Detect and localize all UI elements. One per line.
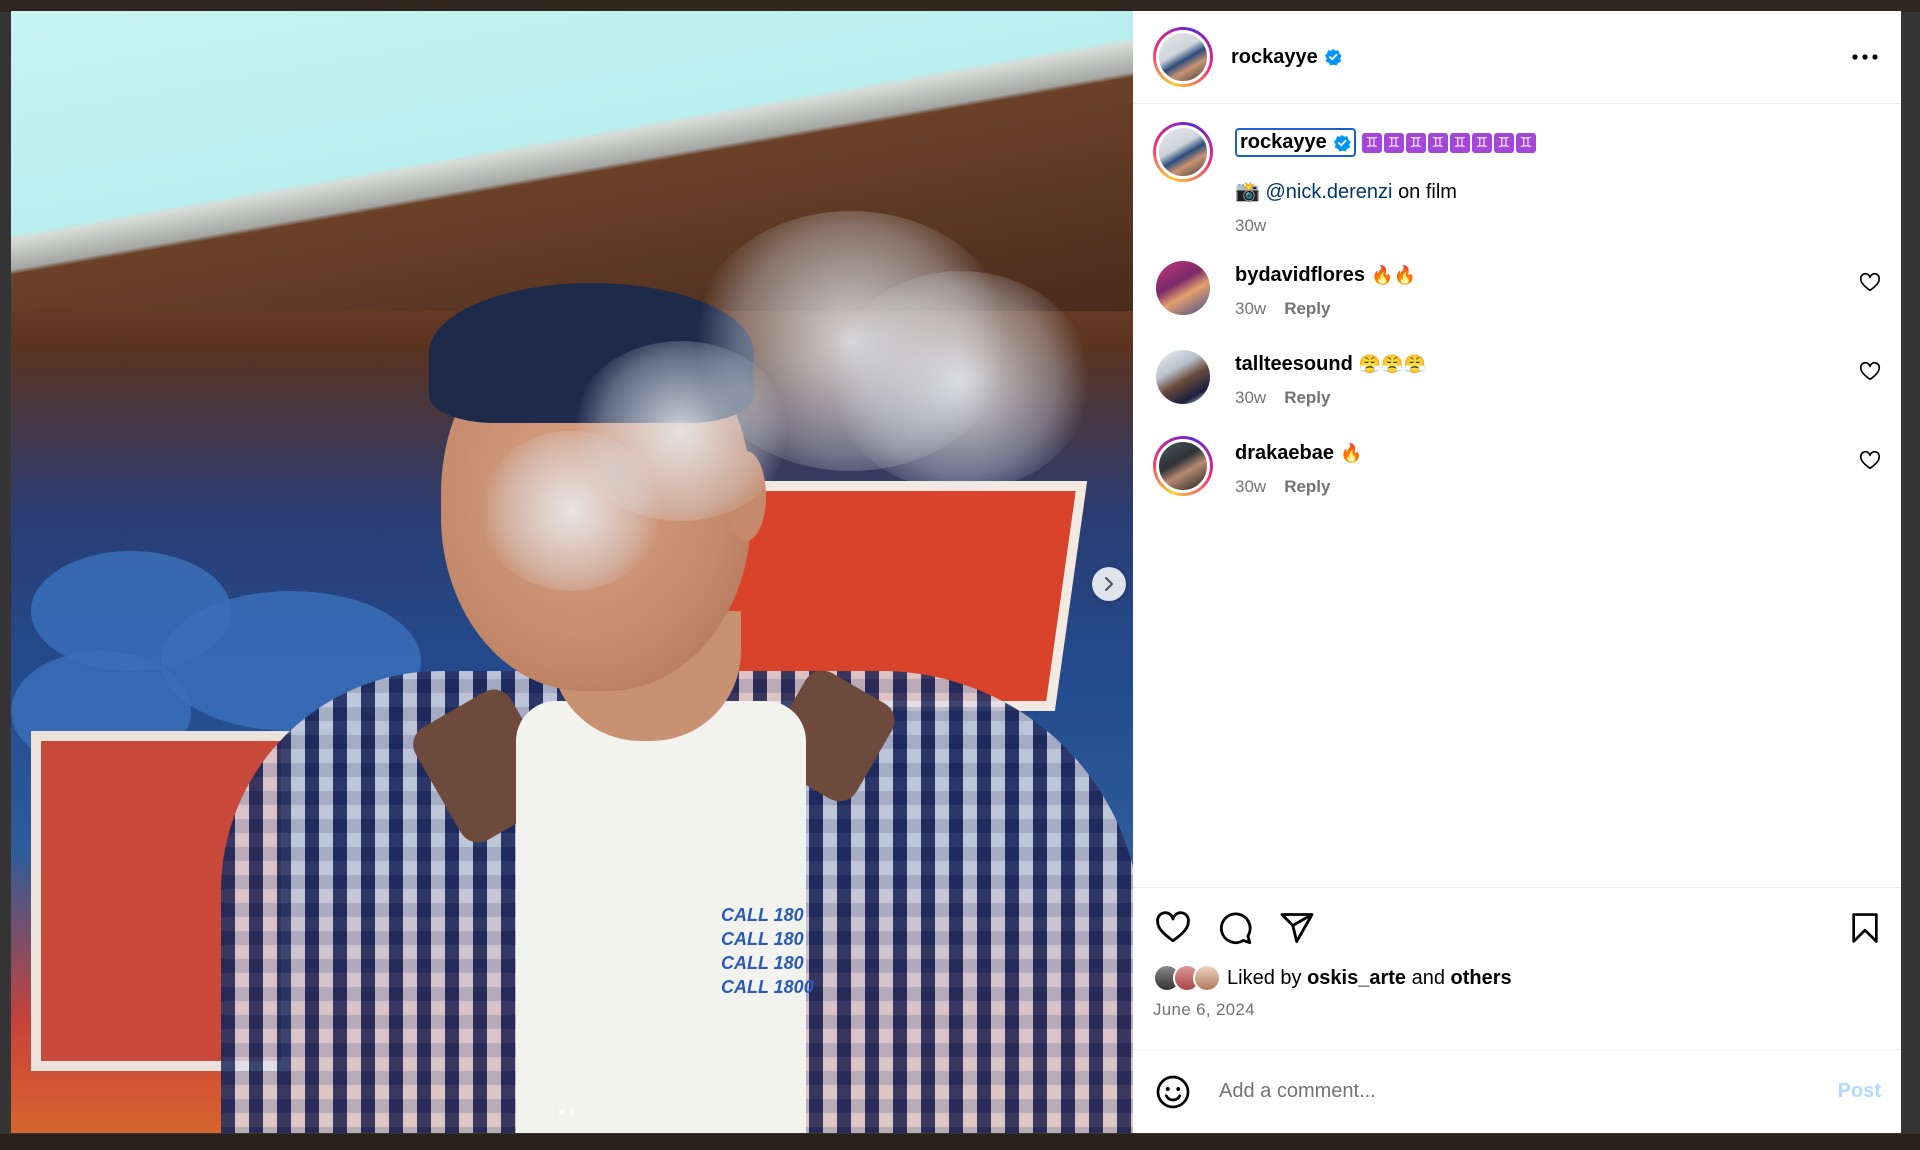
more-horizontal-icon (1852, 54, 1878, 60)
reply-button[interactable]: Reply (1284, 299, 1330, 319)
likes-others-link[interactable]: others (1451, 967, 1512, 990)
carousel-dot (559, 1109, 565, 1115)
like-button[interactable] (1153, 908, 1193, 948)
caption-username[interactable]: rockayye (1240, 131, 1327, 154)
more-options-button[interactable] (1845, 37, 1885, 77)
likes-summary: Liked by oskis_arte and others (1153, 964, 1885, 992)
comment-icon (1219, 912, 1252, 945)
post-caption: rockayye ♊ ♊ ♊ ♊ ♊ ♊ ♊ ♊ 📸 @nick.derenzi… (1153, 122, 1885, 236)
commenter-avatar[interactable] (1153, 436, 1213, 496)
reply-button[interactable]: Reply (1284, 477, 1330, 497)
heart-icon (1156, 911, 1190, 943)
comment-item: drakaebae 🔥 30w Reply (1153, 436, 1885, 497)
verified-badge-icon (1333, 134, 1351, 152)
chevron-right-icon (1104, 576, 1114, 592)
heart-icon (1859, 361, 1881, 381)
comment-text: 🔥 (1339, 443, 1363, 463)
post-actions: Liked by oskis_arte and others June 6, 2… (1133, 887, 1901, 1049)
comment-item: tallteesound 😤😤😤 30w Reply (1153, 347, 1885, 408)
shirt-print-text: CALL 180 CALL 180 CALL 180 CALL 1800 (721, 905, 814, 997)
comment-button[interactable] (1215, 908, 1255, 948)
share-button[interactable] (1277, 908, 1317, 948)
post-side-panel: rockayye rockayye ♊ ♊ ♊ ♊ ♊ ♊ ♊ ♊ 📸 @nic… (1133, 11, 1901, 1133)
reply-button[interactable]: Reply (1284, 388, 1330, 408)
caption-symbols: ♊ ♊ ♊ ♊ ♊ ♊ ♊ ♊ (1361, 132, 1536, 153)
comment-like-button[interactable] (1859, 272, 1881, 294)
emoji-icon (1156, 1075, 1190, 1108)
carousel-dots (559, 1109, 575, 1115)
caption-avatar[interactable] (1153, 122, 1213, 182)
comment-text: 🔥🔥 (1371, 265, 1416, 285)
heart-icon (1859, 272, 1881, 292)
carousel-dot (569, 1109, 575, 1115)
comment-item: bydavidflores 🔥🔥 30w Reply (1153, 258, 1885, 319)
comment-timestamp[interactable]: 30w (1235, 299, 1266, 319)
bookmark-icon (1852, 913, 1878, 943)
commenter-avatar[interactable] (1153, 347, 1213, 407)
comment-like-button[interactable] (1859, 361, 1881, 383)
caption-text: 📸 @nick.derenzi on film (1235, 181, 1457, 203)
emoji-picker-button[interactable] (1153, 1072, 1193, 1112)
caption-mention-link[interactable]: @nick.derenzi (1265, 181, 1392, 203)
add-comment-bar: Post (1133, 1049, 1901, 1133)
heart-icon (1859, 450, 1881, 470)
commenter-username[interactable]: tallteesound (1235, 353, 1353, 375)
caption-timestamp[interactable]: 30w (1235, 216, 1266, 236)
commenter-avatar[interactable] (1153, 258, 1213, 318)
post-date[interactable]: June 6, 2024 (1153, 1000, 1885, 1020)
commenter-username[interactable]: bydavidflores (1235, 264, 1365, 286)
author-username[interactable]: rockayye (1231, 46, 1318, 69)
camera-emoji: 📸 (1235, 181, 1260, 203)
post-comment-button[interactable]: Post (1838, 1080, 1881, 1103)
comment-timestamp[interactable]: 30w (1235, 388, 1266, 408)
post-photo[interactable]: CALL 180 CALL 180 CALL 180 CALL 1800 (11, 11, 1133, 1133)
post-modal: CALL 180 CALL 180 CALL 180 CALL 1800 roc… (11, 11, 1901, 1133)
liker-username[interactable]: oskis_arte (1307, 967, 1406, 990)
comment-input[interactable] (1219, 1080, 1838, 1103)
author-avatar[interactable] (1153, 27, 1213, 87)
commenter-username[interactable]: drakaebae (1235, 442, 1334, 464)
liker-avatars[interactable] (1153, 964, 1221, 992)
verified-badge-icon (1324, 48, 1342, 66)
comment-timestamp[interactable]: 30w (1235, 477, 1266, 497)
comment-like-button[interactable] (1859, 450, 1881, 472)
share-icon (1280, 913, 1314, 943)
save-button[interactable] (1845, 908, 1885, 948)
next-image-button[interactable] (1092, 567, 1126, 601)
comments-list[interactable]: rockayye ♊ ♊ ♊ ♊ ♊ ♊ ♊ ♊ 📸 @nick.derenzi… (1133, 104, 1901, 887)
post-header: rockayye (1133, 11, 1901, 104)
comment-text: 😤😤😤 (1358, 354, 1427, 374)
